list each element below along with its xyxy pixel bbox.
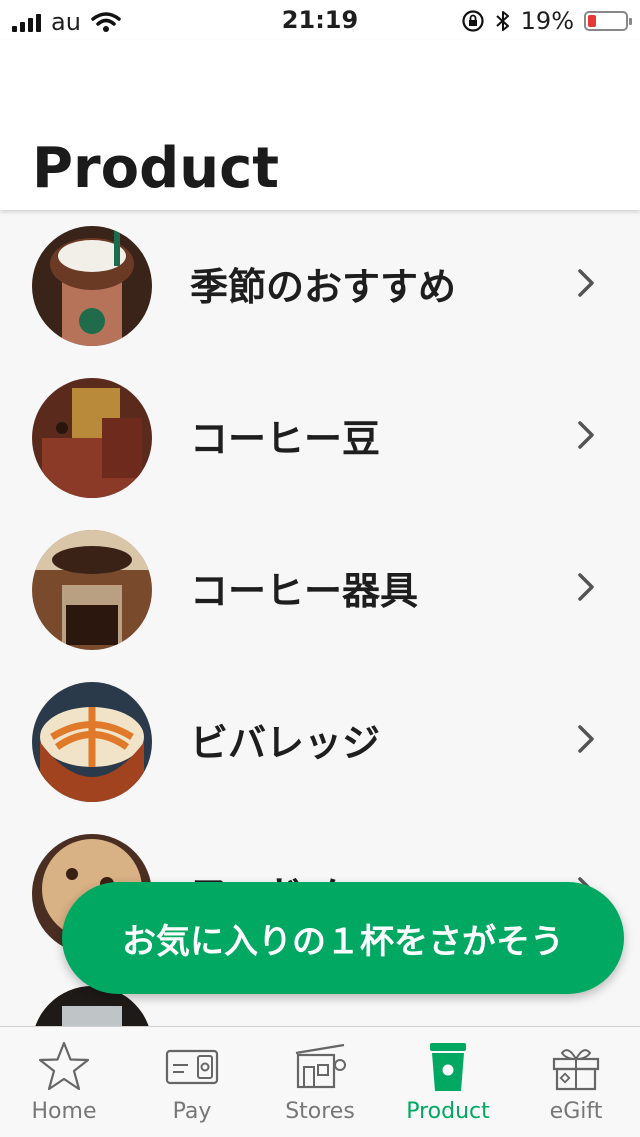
tab-bar: Home Pay Stores Product eGift — [0, 1026, 640, 1137]
chevron-right-icon — [578, 269, 594, 297]
battery-icon — [584, 11, 632, 31]
cup-icon — [430, 1043, 466, 1091]
chevron-right-icon — [578, 573, 594, 601]
tab-label: eGift — [549, 1099, 603, 1124]
page-header: Product — [0, 40, 640, 210]
list-item-label: 季節のおすすめ — [190, 265, 457, 309]
star-icon — [38, 1041, 90, 1091]
battery-percent: 19% — [520, 7, 574, 35]
list-item-beverage[interactable]: ビバレッジ — [0, 668, 640, 820]
list-item-label: ビバレッジ — [190, 721, 381, 765]
status-right: 19% — [461, 7, 632, 35]
tab-label: Home — [31, 1099, 97, 1124]
tab-stores[interactable]: Stores — [256, 1027, 384, 1137]
pay-card-icon — [165, 1049, 219, 1085]
store-icon — [295, 1043, 346, 1089]
list-item-label: コーヒー豆 — [190, 417, 381, 461]
tab-label: Pay — [172, 1099, 212, 1124]
latte-photo — [32, 682, 152, 802]
tab-egift[interactable]: eGift — [512, 1027, 640, 1137]
coffee-dripper-photo — [32, 530, 152, 650]
tab-product[interactable]: Product — [384, 1027, 512, 1137]
list-item-coffee-equipment[interactable]: コーヒー器具 — [0, 516, 640, 668]
chevron-right-icon — [578, 725, 594, 753]
gift-icon — [552, 1049, 600, 1091]
tab-home[interactable]: Home — [0, 1027, 128, 1137]
status-bar: au 21:19 19% — [0, 0, 640, 40]
frappuccino-photo — [32, 226, 152, 346]
list-item-seasonal[interactable]: 季節のおすすめ — [0, 212, 640, 364]
page-title: Product — [32, 136, 280, 201]
coffee-beans-photo — [32, 378, 152, 498]
list-item-label: コーヒー器具 — [190, 569, 419, 613]
tab-label: Product — [406, 1099, 490, 1124]
find-favorite-drink-button[interactable]: お気に入りの１杯をさがそう — [62, 882, 624, 994]
tab-pay[interactable]: Pay — [128, 1027, 256, 1137]
list-item-coffee-beans[interactable]: コーヒー豆 — [0, 364, 640, 516]
rotation-lock-icon — [462, 10, 484, 32]
bluetooth-icon — [495, 11, 509, 31]
chevron-right-icon — [578, 421, 594, 449]
tab-label: Stores — [285, 1099, 355, 1124]
